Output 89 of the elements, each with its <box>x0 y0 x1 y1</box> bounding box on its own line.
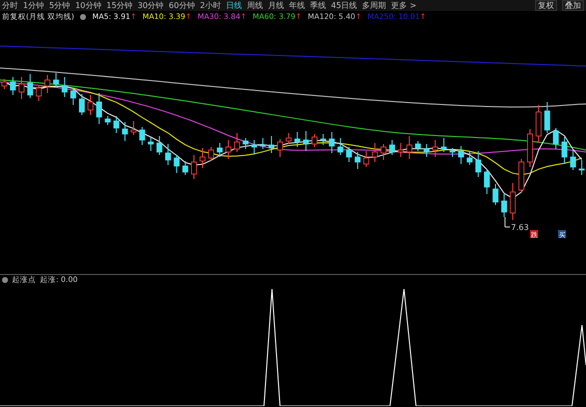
candlestick <box>62 76 68 98</box>
candlestick <box>260 138 266 150</box>
period-tab[interactable]: 15分钟 <box>106 0 133 11</box>
candlestick <box>88 94 94 116</box>
candlestick <box>518 158 524 194</box>
period-tab[interactable]: 5分钟 <box>49 0 70 11</box>
period-tab[interactable]: 30分钟 <box>138 0 164 11</box>
candlestick <box>389 140 395 156</box>
candlestick <box>174 154 180 174</box>
period-tab[interactable]: 周线 <box>247 0 264 11</box>
period-tab[interactable]: 2小时 <box>200 0 222 11</box>
candlestick <box>501 194 508 218</box>
candlestick <box>104 116 111 126</box>
candlestick <box>303 130 309 152</box>
period-tab[interactable]: 分时 <box>2 0 18 11</box>
candlestick <box>432 140 438 158</box>
candlestick <box>70 88 76 106</box>
candlestick <box>225 140 232 160</box>
period-tab[interactable]: 月线 <box>268 0 284 11</box>
candlestick <box>234 132 240 152</box>
candlestick <box>450 148 456 158</box>
candlestick <box>570 150 576 170</box>
toolbar-button[interactable]: 复权 <box>535 0 557 11</box>
candlestick <box>200 148 206 168</box>
period-tab[interactable]: 季线 <box>310 0 326 11</box>
candlestick <box>363 150 370 168</box>
period-tab[interactable]: 多周期 <box>362 0 386 11</box>
candlestick <box>277 138 283 158</box>
period-tab[interactable]: 年线 <box>289 0 306 11</box>
candlestick <box>268 136 274 154</box>
candlestick <box>156 136 162 156</box>
candlestick <box>510 182 516 220</box>
period-tab[interactable]: 10分钟 <box>75 0 102 11</box>
candlestick <box>27 74 34 98</box>
candlestick <box>10 76 16 96</box>
candlestick <box>552 128 559 150</box>
candlestick <box>286 132 292 144</box>
candlestick <box>18 76 24 100</box>
candlestick <box>130 120 136 136</box>
candlestick <box>312 134 318 148</box>
candlestick <box>536 104 542 144</box>
candlestick <box>562 136 568 164</box>
candlestick <box>328 132 335 154</box>
candlestick <box>398 142 404 158</box>
candlestick <box>182 160 188 176</box>
candlestick <box>458 146 464 164</box>
low-price-label: 7.63 <box>511 223 529 232</box>
candlestick <box>484 168 490 194</box>
period-tab[interactable]: 45日线 <box>331 0 358 11</box>
candlestick <box>36 84 42 102</box>
candlestick <box>380 144 386 160</box>
candlestick <box>424 144 430 158</box>
candlestick <box>208 146 214 162</box>
low-price-marker <box>504 216 510 228</box>
candlestick <box>346 146 352 162</box>
candlestick <box>492 184 498 206</box>
candlestick <box>148 136 154 152</box>
candlestick <box>96 92 102 124</box>
period-tab[interactable]: 60分钟 <box>168 0 195 11</box>
candlestick <box>242 138 248 150</box>
candlestick <box>139 126 146 146</box>
candlestick <box>191 154 197 180</box>
candlestick <box>372 142 378 162</box>
candlestick <box>78 94 85 116</box>
candlestick <box>165 144 171 166</box>
period-tab[interactable]: 更多 > <box>391 0 416 11</box>
period-tab[interactable]: 日线 <box>226 0 242 11</box>
candlestick <box>294 132 300 148</box>
period-tab[interactable]: 1分钟 <box>23 0 44 11</box>
candlestick <box>578 160 585 176</box>
candlestick <box>53 72 59 88</box>
candlestick <box>251 140 258 154</box>
candlestick <box>544 102 550 134</box>
candlestick <box>320 134 326 146</box>
candlestick <box>415 140 421 152</box>
candlestick <box>475 150 482 178</box>
candlestick <box>354 152 361 170</box>
candlestick <box>466 150 473 166</box>
candlestick <box>440 138 447 152</box>
candlestick <box>216 142 223 158</box>
candlestick <box>113 116 120 134</box>
candlestick <box>338 138 344 156</box>
candlestick <box>122 122 128 142</box>
candlestick <box>406 136 412 160</box>
candlestick <box>527 128 533 168</box>
toolbar-button[interactable]: 叠加 <box>562 0 584 11</box>
settings-icon[interactable] <box>80 14 86 20</box>
settings-icon[interactable] <box>2 277 8 283</box>
candlestick <box>44 74 50 94</box>
